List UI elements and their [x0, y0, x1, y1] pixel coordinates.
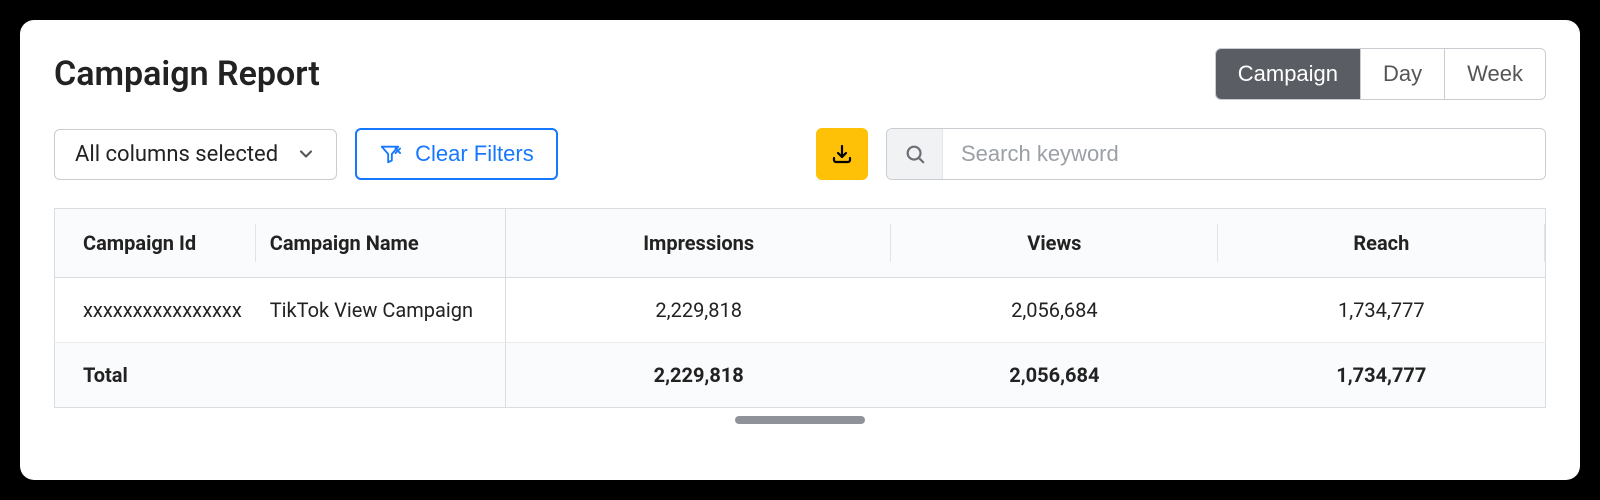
header-row: Campaign Report Campaign Day Week	[54, 48, 1546, 100]
clear-filters-button[interactable]: Clear Filters	[355, 128, 558, 180]
download-button[interactable]	[816, 128, 868, 180]
col-header-label: Impressions	[643, 231, 754, 255]
cell-campaign-id: xxxxxxxxxxxxxxxx	[55, 278, 256, 343]
footer-views: 2,056,684	[891, 343, 1217, 408]
search-input[interactable]	[943, 129, 1545, 179]
toolbar: All columns selected Clear Filters	[54, 128, 1546, 180]
col-header-label: Campaign Id	[83, 231, 196, 255]
cell-reach: 1,734,777	[1218, 278, 1546, 343]
col-header-label: Reach	[1353, 231, 1409, 255]
col-header-campaign-id[interactable]: Campaign Id	[55, 209, 256, 278]
col-header-label: Campaign Name	[270, 231, 419, 255]
search-wrap	[886, 128, 1546, 180]
view-toggle-campaign[interactable]: Campaign	[1216, 49, 1361, 99]
col-header-views[interactable]: Views	[891, 209, 1217, 278]
table-footer-row: Total 2,229,818 2,056,684 1,734,777	[55, 343, 1546, 408]
footer-total-label: Total	[55, 343, 506, 408]
view-toggle-week[interactable]: Week	[1445, 49, 1545, 99]
search-icon	[904, 143, 926, 165]
page-title: Campaign Report	[54, 54, 320, 94]
col-header-impressions[interactable]: Impressions	[506, 209, 891, 278]
download-icon	[830, 142, 854, 166]
campaign-table: Campaign Id Campaign Name Impressions Vi…	[54, 208, 1546, 408]
report-panel: Campaign Report Campaign Day Week All co…	[20, 20, 1580, 480]
table-row[interactable]: xxxxxxxxxxxxxxxx TikTok View Campaign 2,…	[55, 278, 1546, 343]
col-header-campaign-name[interactable]: Campaign Name	[256, 209, 506, 278]
col-header-label: Views	[1027, 231, 1081, 255]
cell-impressions: 2,229,818	[506, 278, 891, 343]
columns-dropdown[interactable]: All columns selected	[54, 129, 337, 180]
columns-dropdown-label: All columns selected	[75, 142, 278, 167]
view-toggle-group: Campaign Day Week	[1215, 48, 1546, 100]
filter-icon	[379, 143, 401, 165]
table-header-row: Campaign Id Campaign Name Impressions Vi…	[55, 209, 1546, 278]
horizontal-scrollbar[interactable]	[735, 416, 865, 424]
footer-reach: 1,734,777	[1218, 343, 1546, 408]
footer-impressions: 2,229,818	[506, 343, 891, 408]
search-icon-box	[887, 129, 943, 179]
clear-filters-label: Clear Filters	[415, 141, 534, 167]
col-header-reach[interactable]: Reach	[1218, 209, 1546, 278]
header-separator	[1544, 224, 1545, 262]
cell-views: 2,056,684	[891, 278, 1217, 343]
view-toggle-day[interactable]: Day	[1361, 49, 1445, 99]
chevron-down-icon	[296, 144, 316, 164]
cell-campaign-name: TikTok View Campaign	[256, 278, 506, 343]
